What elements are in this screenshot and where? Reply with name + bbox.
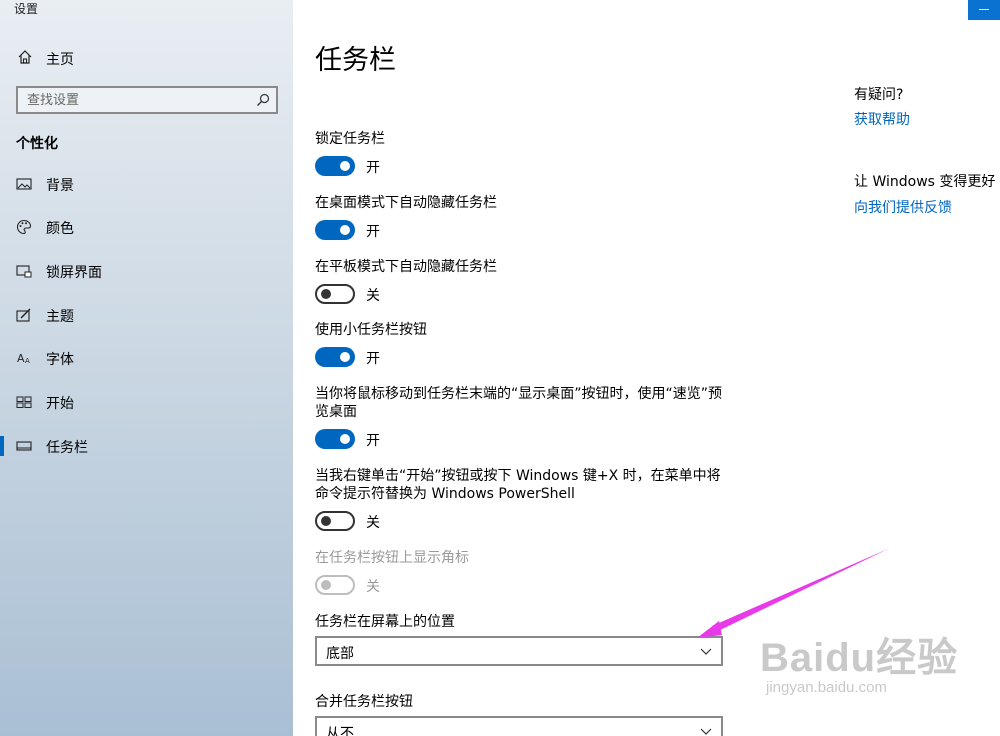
toggle-state: 开 [366, 351, 380, 367]
chevron-down-icon [700, 648, 712, 655]
peek-toggle[interactable] [315, 429, 355, 449]
chevron-down-icon [700, 728, 712, 735]
home-icon [18, 50, 32, 64]
svg-text:A: A [17, 352, 25, 365]
toggle-state: 开 [366, 433, 380, 449]
section-title: 个性化 [16, 136, 58, 152]
get-help-link[interactable]: 获取帮助 [854, 109, 910, 129]
badges-toggle [315, 575, 355, 595]
dropdown-value: 底部 [326, 646, 354, 662]
search-box[interactable] [16, 86, 278, 114]
picture-icon [16, 178, 32, 190]
palette-icon [16, 219, 32, 235]
sidebar-item-label: 字体 [46, 352, 74, 368]
toggle-state: 开 [366, 160, 380, 176]
sidebar-item-label: 开始 [46, 396, 74, 412]
autohide-desktop-toggle[interactable] [315, 220, 355, 240]
toggle-state: 关 [366, 288, 380, 304]
sidebar-item-label: 颜色 [46, 221, 74, 237]
lock-screen-icon [16, 265, 32, 278]
sidebar-item-lock-screen[interactable]: 锁屏界面 [0, 253, 293, 289]
sidebar-item-label: 任务栏 [46, 440, 88, 456]
minimize-button[interactable] [968, 0, 1000, 20]
powershell-toggle[interactable] [315, 511, 355, 531]
sidebar-item-colors[interactable]: 颜色 [0, 209, 293, 245]
help-question: 有疑问? [854, 87, 904, 103]
start-grid-icon [16, 396, 32, 408]
sidebar-item-label: 主题 [46, 309, 74, 325]
sidebar-item-label: 背景 [46, 178, 74, 194]
setting-label: 在任务栏按钮上显示角标 [315, 550, 469, 566]
setting-label: 当我右键单击“开始”按钮或按下 Windows 键+X 时，在菜单中将命令提示符… [315, 468, 721, 502]
lock-taskbar-toggle[interactable] [315, 156, 355, 176]
dropdown-value: 从不 [326, 726, 354, 736]
font-icon: A A [17, 352, 30, 365]
feedback-link[interactable]: 向我们提供反馈 [854, 197, 952, 217]
window-title: 设置 [14, 2, 39, 16]
toggle-state: 关 [366, 579, 380, 595]
position-label: 任务栏在屏幕上的位置 [315, 614, 455, 630]
active-indicator [0, 436, 4, 456]
sidebar-item-taskbar[interactable]: 任务栏 [0, 428, 293, 464]
small-buttons-toggle[interactable] [315, 347, 355, 367]
svg-text:A: A [25, 357, 30, 365]
position-dropdown[interactable]: 底部 [315, 636, 723, 666]
setting-label: 使用小任务栏按钮 [315, 322, 427, 338]
setting-label: 当你将鼠标移动到任务栏末端的“显示桌面”按钮时，使用“速览”预览桌面 [315, 386, 723, 420]
improve-heading: 让 Windows 变得更好 [854, 174, 996, 190]
sidebar-home[interactable]: 主页 [0, 42, 293, 72]
sidebar-item-label: 锁屏界面 [46, 265, 102, 281]
sidebar-item-background[interactable]: 背景 [0, 166, 293, 202]
main-panel: 任务栏 锁定任务栏 开 在桌面模式下自动隐藏任务栏 开 在平板模式下自动隐藏任务… [293, 0, 1000, 736]
search-input[interactable] [18, 92, 248, 108]
sidebar-home-label: 主页 [46, 52, 74, 68]
sidebar-item-fonts[interactable]: A A 字体 [0, 340, 293, 376]
page-title: 任务栏 [315, 45, 396, 76]
setting-label: 在平板模式下自动隐藏任务栏 [315, 259, 497, 275]
combine-dropdown[interactable]: 从不 [315, 716, 723, 736]
combine-label: 合并任务栏按钮 [315, 694, 413, 710]
toggle-state: 开 [366, 224, 380, 240]
search-icon [257, 93, 270, 106]
autohide-tablet-toggle[interactable] [315, 284, 355, 304]
setting-label: 在桌面模式下自动隐藏任务栏 [315, 195, 497, 211]
sidebar-item-start[interactable]: 开始 [0, 384, 293, 420]
theme-brush-icon [16, 308, 31, 322]
sidebar-item-themes[interactable]: 主题 [0, 297, 293, 333]
taskbar-icon [16, 441, 32, 451]
setting-label: 锁定任务栏 [315, 131, 385, 147]
toggle-state: 关 [366, 515, 380, 531]
sidebar: 设置 主页 个性化 背景 颜色 锁屏界面 [0, 0, 293, 736]
